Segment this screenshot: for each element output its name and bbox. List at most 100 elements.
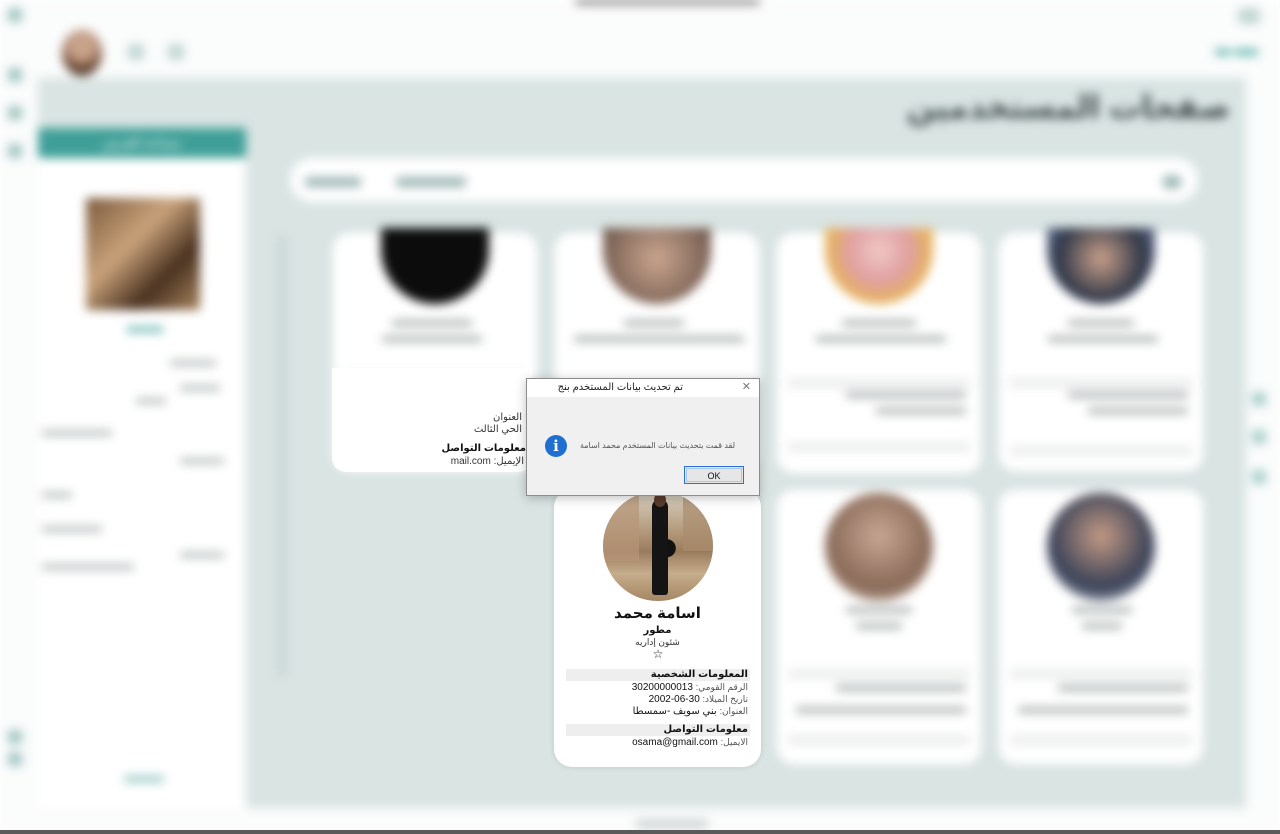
selected-user-name[interactable]: ■■■■■ [85, 322, 205, 336]
side-info-line [42, 430, 112, 436]
card-line [574, 336, 744, 342]
email-row: الإيميل: mail.com [451, 456, 524, 467]
search-icon[interactable] [1162, 175, 1182, 189]
card-line [846, 392, 966, 398]
user-avatar [1047, 228, 1155, 304]
district-value: الحي الثالث [473, 424, 522, 435]
dialog-title: تم تحديث بيانات المستخدم بنج [557, 382, 683, 393]
card-line [624, 320, 684, 326]
address-value: بني سويف -سمسطا [632, 706, 717, 717]
national-id-value: 30200000013 [631, 682, 693, 693]
selected-user-photo [86, 198, 200, 310]
side-panel-header: مساحة للعرض [38, 128, 246, 158]
side-info-line [42, 492, 72, 498]
birth-date-row: تاريخ الميلاد: 30-06-2002 [649, 694, 748, 705]
card-section-bar [788, 442, 970, 452]
card-line [1082, 623, 1122, 629]
user-avatar [825, 228, 933, 304]
email-row: الايميل: osama@gmail.com [632, 737, 748, 748]
current-user-avatar[interactable] [62, 30, 102, 76]
card-section-bar [788, 378, 970, 388]
user-avatar [603, 228, 711, 304]
card-line [816, 336, 946, 342]
card-line [1072, 607, 1132, 613]
card-section-bar [788, 735, 970, 745]
card-line [856, 623, 902, 629]
national-id-row: الرقم القومي: 30200000013 [632, 682, 748, 693]
user-avatar [381, 228, 489, 304]
email-label: الايميل: [720, 737, 748, 747]
side-info-line [42, 564, 134, 570]
logout-icon[interactable] [8, 752, 22, 766]
user-avatar [1047, 493, 1155, 601]
card-section-bar [788, 669, 970, 679]
user-avatar-osama [603, 491, 713, 601]
email-value: osama@gmail.com [632, 737, 718, 748]
user-card[interactable] [776, 489, 982, 765]
favorite-star-icon[interactable]: ☆ [650, 647, 666, 661]
user-card[interactable] [776, 228, 982, 474]
card-line [1058, 685, 1188, 691]
birth-date-value: 30-06-2002 [648, 694, 700, 705]
contact-section-title: معلومات التواصل [441, 443, 526, 454]
close-icon[interactable]: ✕ [742, 380, 751, 393]
ok-button[interactable]: OK [684, 466, 744, 484]
message-icon[interactable] [168, 44, 184, 60]
card-section-bar [1010, 446, 1192, 456]
filter-chip[interactable] [396, 177, 466, 187]
address-label: العنوان: [719, 706, 748, 716]
email-label: الإيميل: [493, 456, 524, 467]
notification-icon[interactable] [128, 44, 144, 60]
user-avatar [825, 493, 933, 601]
help-icon[interactable] [8, 730, 22, 744]
side-action-button[interactable] [124, 776, 164, 782]
card-line [1048, 336, 1158, 342]
card-line [382, 336, 482, 342]
scrollbar[interactable] [276, 236, 288, 676]
address-row: العنوان: بني سويف -سمسطا [633, 706, 748, 717]
filter-chip[interactable] [305, 177, 361, 187]
home-icon[interactable] [8, 68, 22, 82]
window-controls-icon[interactable] [1238, 8, 1260, 24]
side-info-line [170, 360, 216, 366]
photo-building [603, 491, 639, 561]
personal-info-title: المعلومات الشخصية [650, 669, 748, 680]
status-indicator [636, 820, 708, 828]
window-top-pill [575, 0, 760, 4]
card-section-bar [1010, 735, 1192, 745]
user-name: اسامة محمد [614, 605, 701, 622]
birth-date-label: تاريخ الميلاد: [702, 694, 748, 704]
zoom-in-icon[interactable] [1252, 392, 1266, 406]
user-card[interactable] [998, 489, 1204, 765]
card-line [796, 707, 966, 713]
national-id-label: الرقم القومي: [695, 682, 748, 692]
settings-icon[interactable] [8, 144, 22, 158]
card-line [1018, 707, 1188, 713]
address-label: العنوان [493, 412, 522, 423]
card-line [836, 685, 966, 691]
card-line [1068, 320, 1134, 326]
back-link[interactable]: ■■ ■■■ [1215, 44, 1258, 59]
user-role: مطور [643, 625, 672, 636]
card-line [392, 320, 472, 326]
card-line [846, 607, 912, 613]
fit-icon[interactable] [1252, 470, 1266, 484]
dialog-titlebar[interactable]: تم تحديث بيانات المستخدم بنج ✕ [527, 379, 759, 397]
side-info-line [180, 385, 220, 391]
card-line [876, 408, 966, 414]
contact-info-title: معلومات التواصل [663, 724, 748, 735]
card-section-bar [1010, 669, 1192, 679]
window-bottom-border [0, 830, 1280, 834]
card-line [1068, 392, 1188, 398]
card-line [842, 320, 916, 326]
email-value: mail.com [450, 456, 491, 467]
photo-building [683, 491, 713, 551]
user-card[interactable] [998, 228, 1204, 472]
side-info-line [180, 552, 224, 558]
side-info-line [180, 458, 224, 464]
side-info-line [136, 398, 166, 404]
menu-icon[interactable] [8, 8, 22, 22]
side-info-line [42, 526, 102, 532]
users-icon[interactable] [8, 106, 22, 120]
zoom-out-icon[interactable] [1252, 430, 1266, 444]
